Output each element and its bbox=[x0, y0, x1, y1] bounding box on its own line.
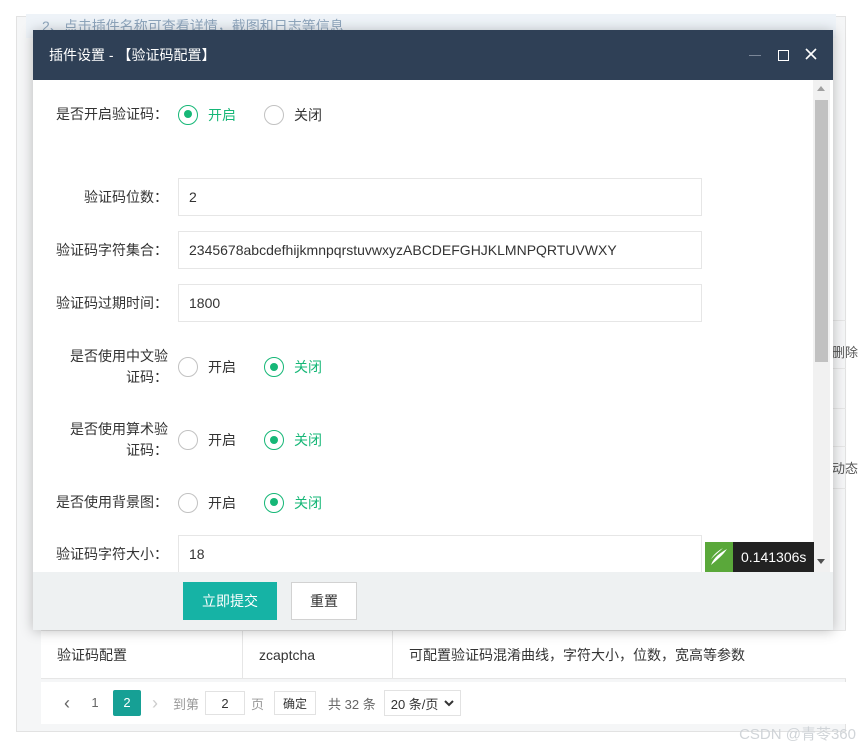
arithmetic-captcha-on-radio[interactable]: 开启 bbox=[178, 430, 236, 450]
captcha-charset-input[interactable] bbox=[178, 231, 702, 269]
enable-captcha-row: 是否开启验证码： 开启 关闭 bbox=[33, 104, 813, 125]
radio-unchecked-icon bbox=[178, 357, 198, 377]
close-icon bbox=[805, 47, 817, 60]
radio-label: 开启 bbox=[208, 359, 236, 375]
pagination: ‹ 1 2 › 到第 页 确定 共 32 条 20 条/页 bbox=[41, 682, 846, 724]
radio-label: 关闭 bbox=[294, 106, 322, 123]
dialog-title: 插件设置 - 【验证码配置】 bbox=[49, 47, 216, 63]
radio-unchecked-icon bbox=[178, 430, 198, 450]
bg-divider bbox=[833, 368, 846, 369]
captcha-expire-row: 验证码过期时间： bbox=[33, 284, 813, 322]
page-size-select[interactable]: 20 条/页 bbox=[383, 690, 462, 716]
enable-captcha-label: 是否开启验证码： bbox=[56, 106, 168, 122]
submit-button[interactable]: 立即提交 bbox=[183, 582, 277, 620]
minimize-icon bbox=[749, 55, 761, 57]
background-image-row: 是否使用背景图： 开启 关闭 bbox=[33, 492, 813, 513]
radio-label: 开启 bbox=[208, 106, 236, 123]
dialog-body: 是否开启验证码： 开启 关闭 验证码位数： 验证码字符集合： 验证码过期时间： … bbox=[33, 80, 833, 572]
radio-unchecked-icon bbox=[264, 104, 284, 125]
chinese-captcha-label: 是否使用中文验证码： bbox=[70, 348, 168, 385]
maximize-button[interactable] bbox=[769, 47, 797, 64]
arithmetic-captcha-row: 是否使用算术验证码： 开启 关闭 bbox=[33, 419, 813, 461]
bg-row-action[interactable]: 删除 bbox=[832, 342, 858, 361]
scroll-thumb[interactable] bbox=[815, 100, 828, 362]
plugin-desc-cell: 可配置验证码混淆曲线，字符大小，位数，宽高等参数 bbox=[409, 646, 745, 663]
table-row: 验证码配置 zcaptcha 可配置验证码混淆曲线，字符大小，位数，宽高等参数 bbox=[41, 630, 846, 679]
radio-checked-icon bbox=[264, 430, 284, 450]
radio-label: 开启 bbox=[208, 494, 236, 511]
radio-label: 关闭 bbox=[294, 494, 322, 511]
bg-divider bbox=[833, 488, 846, 489]
captcha-charset-label: 验证码字符集合： bbox=[56, 241, 168, 258]
captcha-length-input[interactable] bbox=[178, 178, 702, 216]
maximize-icon bbox=[777, 50, 789, 62]
radio-label: 关闭 bbox=[294, 359, 322, 375]
next-page-button[interactable]: › bbox=[143, 693, 167, 714]
dialog-header: 插件设置 - 【验证码配置】 bbox=[33, 30, 833, 80]
radio-label: 开启 bbox=[208, 432, 236, 448]
background-image-off-radio[interactable]: 关闭 bbox=[264, 492, 322, 513]
radio-unchecked-icon bbox=[178, 492, 198, 513]
plugin-code-cell: zcaptcha bbox=[243, 630, 393, 679]
total-count: 共 32 条 bbox=[328, 696, 376, 712]
scroll-up-arrow-icon[interactable] bbox=[817, 86, 825, 91]
enable-captcha-on-radio[interactable]: 开启 bbox=[178, 104, 236, 125]
scroll-down-arrow-icon[interactable] bbox=[817, 559, 825, 564]
bg-divider bbox=[833, 320, 846, 321]
chinese-captcha-on-radio[interactable]: 开启 bbox=[178, 357, 236, 377]
page-2-button[interactable]: 2 bbox=[113, 690, 141, 716]
close-button[interactable] bbox=[797, 47, 825, 64]
captcha-fontsize-label: 验证码字符大小： bbox=[56, 545, 168, 562]
page-1-button[interactable]: 1 bbox=[81, 690, 109, 716]
chinese-captcha-row: 是否使用中文验证码： 开启 关闭 bbox=[33, 346, 813, 388]
bg-row-text: 动态 bbox=[832, 461, 859, 476]
dialog-scrollbar[interactable] bbox=[813, 80, 830, 572]
radio-checked-icon bbox=[264, 357, 284, 377]
plugin-table: 验证码配置 zcaptcha 可配置验证码混淆曲线，字符大小，位数，宽高等参数 bbox=[41, 630, 846, 679]
captcha-expire-input[interactable] bbox=[178, 284, 702, 322]
minimize-button[interactable] bbox=[741, 47, 769, 64]
captcha-fontsize-row: 验证码字符大小： bbox=[33, 535, 813, 572]
captcha-fontsize-input[interactable] bbox=[178, 535, 702, 572]
perf-timer-badge: 0.141306s bbox=[705, 542, 815, 572]
captcha-expire-label: 验证码过期时间： bbox=[56, 294, 168, 311]
page-unit-label: 页 bbox=[251, 696, 265, 712]
background-image-on-radio[interactable]: 开启 bbox=[178, 492, 236, 513]
background-image-label: 是否使用背景图： bbox=[56, 494, 168, 510]
chevron-down-icon bbox=[444, 699, 455, 706]
captcha-length-label: 验证码位数： bbox=[84, 188, 168, 205]
radio-checked-icon bbox=[264, 492, 284, 513]
prev-page-button[interactable]: ‹ bbox=[55, 693, 79, 714]
plugin-name-cell[interactable]: 验证码配置 bbox=[41, 630, 243, 679]
bg-divider bbox=[833, 408, 846, 409]
enable-captcha-off-radio[interactable]: 关闭 bbox=[264, 104, 322, 125]
radio-checked-icon bbox=[178, 104, 198, 125]
leaf-logo-icon bbox=[705, 542, 733, 572]
radio-label: 关闭 bbox=[294, 432, 322, 448]
perf-time: 0.141306s bbox=[741, 549, 807, 565]
dialog-footer: 立即提交 重置 bbox=[33, 572, 833, 630]
arithmetic-captcha-label: 是否使用算术验证码： bbox=[70, 421, 168, 458]
bg-divider bbox=[833, 446, 846, 447]
reset-button[interactable]: 重置 bbox=[291, 582, 357, 620]
chinese-captcha-off-radio[interactable]: 关闭 bbox=[264, 357, 322, 377]
goto-label: 到第 bbox=[173, 696, 200, 712]
goto-page-input[interactable] bbox=[205, 691, 246, 715]
plugin-settings-dialog: 插件设置 - 【验证码配置】 是否开启验证码： 开启 关闭 验证码位数： 验证码… bbox=[33, 30, 833, 630]
page-size-value: 20 条/页 bbox=[390, 696, 439, 712]
arithmetic-captcha-off-radio[interactable]: 关闭 bbox=[264, 430, 322, 450]
watermark: CSDN @青苓360 bbox=[739, 726, 856, 743]
captcha-charset-row: 验证码字符集合： bbox=[33, 231, 813, 269]
captcha-length-row: 验证码位数： bbox=[33, 178, 813, 216]
goto-confirm-button[interactable]: 确定 bbox=[274, 691, 317, 715]
